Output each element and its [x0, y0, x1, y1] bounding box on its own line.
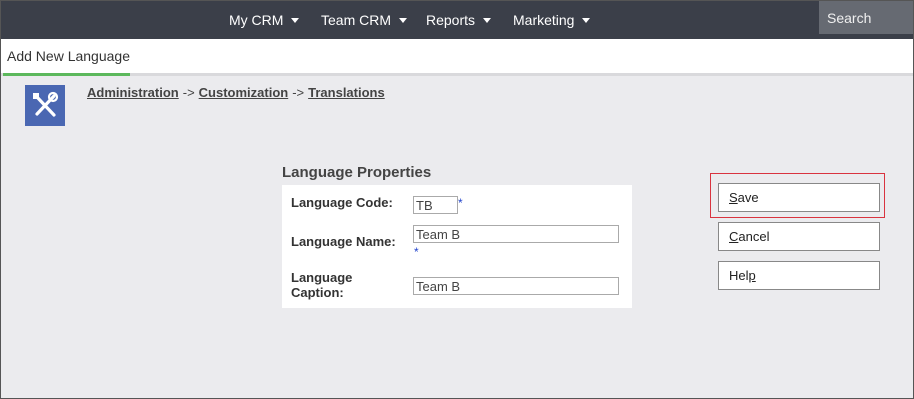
- save-mnemonic: S: [729, 190, 738, 205]
- required-marker: *: [414, 245, 419, 259]
- tools-icon: [25, 85, 65, 126]
- language-caption-label-line1: Language: [291, 270, 353, 285]
- tab-strip: Add New Language: [1, 39, 913, 76]
- nav-team-crm-label: Team CRM: [321, 12, 392, 28]
- section-title: Language Properties: [282, 164, 432, 181]
- breadcrumb-customization[interactable]: Customization: [199, 85, 289, 100]
- breadcrumb-translations[interactable]: Translations: [308, 85, 385, 100]
- language-caption-input[interactable]: [413, 277, 619, 295]
- required-marker: *: [458, 196, 463, 210]
- search-box: [819, 1, 913, 34]
- chevron-down-icon: [291, 18, 300, 23]
- breadcrumb-separator: ->: [292, 85, 305, 100]
- nav-my-crm[interactable]: My CRM: [229, 1, 300, 39]
- chevron-down-icon: [582, 18, 591, 23]
- nav-reports[interactable]: Reports: [426, 1, 492, 39]
- cancel-button[interactable]: Cancel: [718, 222, 880, 251]
- language-name-input[interactable]: [413, 225, 619, 243]
- breadcrumb: Administration -> Customization -> Translati…: [87, 85, 385, 100]
- language-name-label: Language Name:: [291, 234, 396, 249]
- language-code-input[interactable]: [413, 196, 458, 214]
- nav-reports-label: Reports: [426, 12, 476, 28]
- nav-my-crm-label: My CRM: [229, 12, 284, 28]
- cancel-label-rest: ancel: [738, 229, 770, 244]
- language-caption-label-line2: Caption:: [291, 285, 344, 300]
- save-button[interactable]: Save: [718, 183, 880, 212]
- help-mnemonic: p: [748, 268, 756, 283]
- nav-marketing[interactable]: Marketing: [513, 1, 591, 39]
- top-nav-bar: My CRM Team CRM Reports Marketing: [1, 1, 913, 39]
- language-properties-panel: Language Code: * Language Name: * Langua…: [282, 185, 632, 308]
- language-caption-label: Language Caption:: [291, 270, 352, 300]
- breadcrumb-administration[interactable]: Administration: [87, 85, 179, 100]
- breadcrumb-separator: ->: [182, 85, 195, 100]
- crm-window: My CRM Team CRM Reports Marketing Add Ne…: [0, 0, 914, 399]
- nav-marketing-label: Marketing: [513, 12, 575, 28]
- nav-team-crm[interactable]: Team CRM: [321, 1, 408, 39]
- chevron-down-icon: [399, 18, 408, 23]
- chevron-down-icon: [483, 18, 492, 23]
- search-input[interactable]: [819, 1, 913, 34]
- help-button[interactable]: Help: [718, 261, 880, 290]
- save-label-rest: ave: [737, 190, 759, 205]
- help-label-pre: Hel: [729, 268, 749, 283]
- language-code-label: Language Code:: [291, 195, 393, 210]
- cancel-mnemonic: C: [729, 229, 739, 244]
- tab-add-new-language[interactable]: Add New Language: [3, 39, 130, 76]
